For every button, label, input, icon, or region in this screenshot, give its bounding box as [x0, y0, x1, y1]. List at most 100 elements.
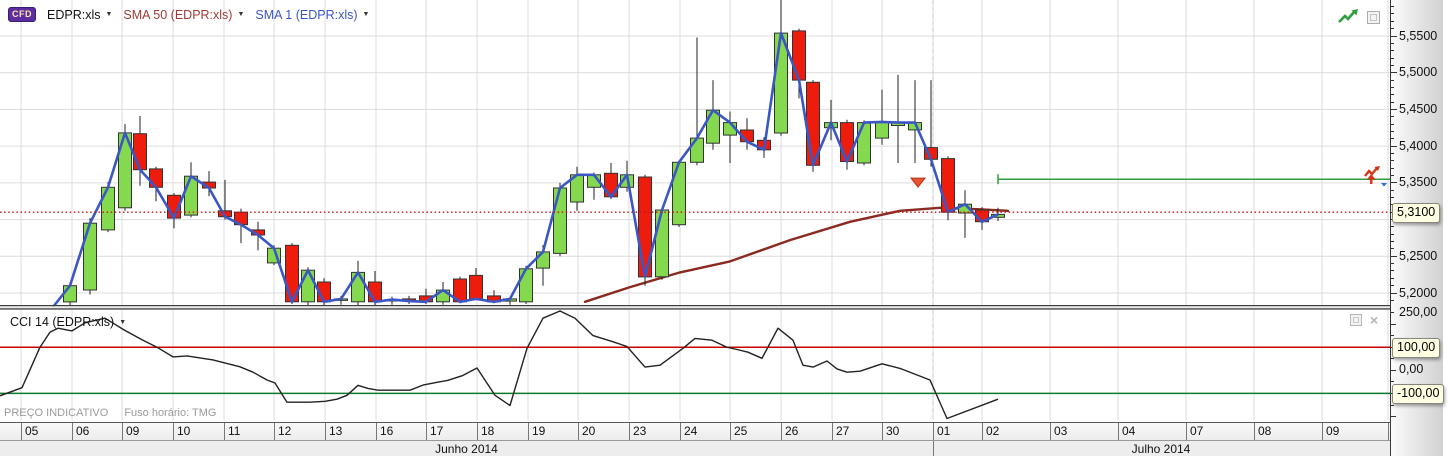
axis-minor-tick — [1391, 130, 1394, 132]
axis-minor-tick — [1391, 197, 1394, 199]
price-tick-label: 5,5500 — [1399, 28, 1438, 43]
date-cell: 10 — [173, 423, 224, 440]
axis-minor-tick — [1391, 64, 1394, 66]
cci-axis-tick — [1391, 404, 1394, 406]
sma50-dropdown[interactable]: SMA 50 (EDPR:xls) ▼ — [123, 8, 244, 22]
axis-minor-tick — [1391, 13, 1394, 15]
axis-minor-tick — [1391, 79, 1394, 81]
time-axis[interactable]: 05 06 09 10 11 12 13 16 17 18 19 20 23 24 25 26 27 30 01 02… — [0, 422, 1390, 456]
sma1-dropdown[interactable]: SMA 1 (EDPR:xls) ▼ — [255, 8, 369, 22]
axis-minor-tick — [1391, 28, 1394, 30]
date-cell: 04 — [1118, 423, 1186, 440]
axis-minor-tick — [1391, 160, 1394, 162]
axis-minor-tick — [1391, 263, 1394, 265]
date-cell: 17 — [426, 423, 477, 440]
candle — [941, 158, 955, 213]
axis-minor-tick — [1391, 116, 1394, 118]
candle — [857, 122, 871, 164]
symbol-dropdown[interactable]: EDPR:xls ▼ — [47, 8, 112, 22]
chevron-down-icon: ▼ — [362, 11, 370, 18]
price-tick-label: 5,5000 — [1399, 65, 1438, 80]
date-cell: 25 — [730, 423, 781, 440]
axis-minor-tick — [1391, 233, 1394, 235]
axis-major-tick — [1391, 145, 1397, 147]
date-cell: 20 — [578, 423, 629, 440]
month-label-june: Junho 2014 — [435, 442, 498, 456]
maximize-icon[interactable] — [1367, 10, 1380, 24]
cfd-badge: CFD — [8, 7, 36, 22]
candle — [351, 271, 365, 303]
panel-divider — [0, 305, 1390, 307]
price-tick-label: 5,2500 — [1399, 248, 1438, 263]
cci-legend: CCI 14 (EDPR:xls) ▼ — [10, 315, 126, 329]
candle — [792, 30, 806, 81]
candle — [63, 285, 77, 303]
month-label-july: Julho 2014 — [933, 441, 1388, 456]
axis-minor-tick — [1391, 50, 1394, 52]
date-cell: 09 — [1322, 423, 1388, 440]
axis-minor-tick — [1391, 241, 1394, 243]
trend-indicator-icon[interactable] — [1338, 9, 1360, 25]
price-tick-label: 5,3500 — [1399, 175, 1438, 190]
close-icon[interactable]: × — [1370, 313, 1378, 327]
axis-major-tick — [1391, 182, 1397, 184]
axis-minor-tick — [1391, 226, 1394, 228]
date-cell: 13 — [325, 423, 376, 440]
axis-minor-tick — [1391, 248, 1394, 250]
chevron-down-icon: ▼ — [105, 11, 113, 18]
date-cell: 26 — [781, 423, 832, 440]
current-price-tag: 5,3100 — [1392, 203, 1441, 223]
candle — [553, 187, 567, 254]
axis-major-tick — [1391, 255, 1397, 257]
date-cell: 16 — [376, 423, 426, 440]
price-tick-label: 5,4500 — [1399, 101, 1438, 116]
candle — [840, 122, 854, 162]
candle — [149, 168, 163, 188]
date-cell: 12 — [274, 423, 325, 440]
candle — [536, 251, 550, 269]
candle — [469, 274, 483, 300]
cci-axis-tick — [1391, 335, 1394, 337]
candle — [184, 175, 198, 216]
axis-major-tick — [1391, 72, 1397, 74]
axis-minor-tick — [1391, 189, 1394, 191]
symbol-label: EDPR:xls — [47, 7, 101, 22]
timezone-note: Fuso horário: TMG — [124, 407, 217, 419]
cci-dropdown[interactable]: CCI 14 (EDPR:xls) ▼ — [10, 315, 126, 329]
candle — [301, 269, 315, 303]
candle — [690, 137, 704, 163]
candle — [655, 209, 669, 278]
restore-icon[interactable] — [1350, 314, 1363, 327]
chevron-down-icon: ▼ — [119, 318, 127, 326]
date-cell: 19 — [528, 423, 578, 440]
axis-minor-tick — [1391, 299, 1394, 301]
price-tick-label: 5,4000 — [1399, 138, 1438, 153]
candle — [604, 172, 618, 198]
date-cell: 08 — [1254, 423, 1322, 440]
axis-minor-tick — [1391, 101, 1394, 103]
panel-divider — [0, 306, 1390, 309]
price-alert-icon[interactable] — [1364, 165, 1390, 187]
price-axis[interactable]: 5,3100 250,00 100,00 0,00 -100,00 5,5500… — [1390, 0, 1445, 456]
date-cell: 23 — [629, 423, 680, 440]
axis-major-tick — [1391, 35, 1397, 37]
axis-minor-tick — [1391, 152, 1394, 154]
date-cell: 07 — [1186, 423, 1254, 440]
date-cell: 30 — [882, 423, 933, 440]
axis-minor-tick — [1391, 277, 1394, 279]
date-cell: 18 — [477, 423, 528, 440]
footer-note: PREÇO INDICATIVO Fuso horário: TMG — [4, 407, 216, 419]
axis-minor-tick — [1391, 138, 1394, 140]
date-row: 05 06 09 10 11 12 13 16 17 18 19 20 23 24 25 26 27 30 01 02… — [0, 423, 1390, 440]
axis-minor-tick — [1391, 86, 1394, 88]
cci-axis-tick — [1391, 416, 1396, 418]
sma50-label: SMA 50 (EDPR:xls) — [123, 7, 233, 22]
date-cell: 24 — [680, 423, 730, 440]
date-cell: 05 — [21, 423, 72, 440]
sma1-label: SMA 1 (EDPR:xls) — [255, 7, 358, 22]
date-cell: 03 — [1050, 423, 1118, 440]
axis-minor-tick — [1391, 270, 1394, 272]
cci-overbought-tag: 100,00 — [1392, 338, 1441, 358]
chart-canvas[interactable] — [0, 0, 1390, 422]
candle — [706, 109, 720, 144]
